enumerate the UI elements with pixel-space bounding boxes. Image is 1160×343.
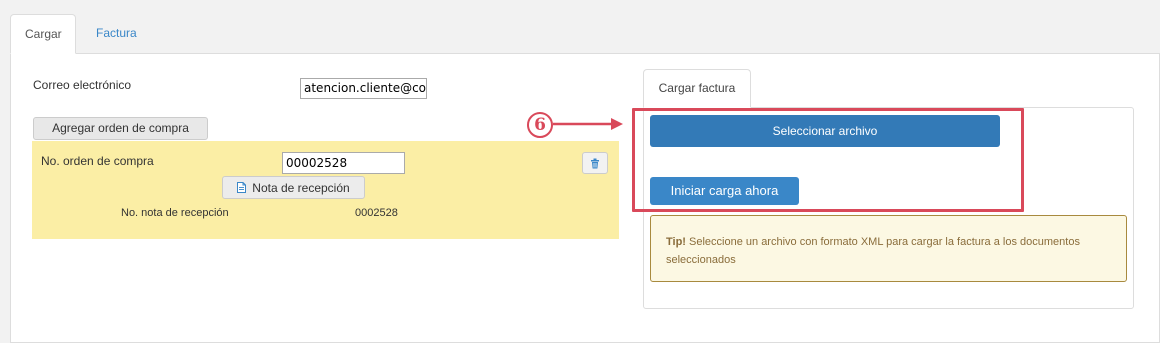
- add-purchase-order-button[interactable]: Agregar orden de compra: [33, 117, 208, 140]
- step-number-badge: 6: [527, 112, 553, 138]
- purchase-order-label: No. orden de compra: [41, 154, 154, 168]
- receipt-note-number-label: No. nota de recepción: [121, 207, 229, 219]
- email-label: Correo electrónico: [33, 78, 132, 92]
- tip-alert: Tip! Seleccione un archivo con formato X…: [650, 215, 1127, 282]
- purchase-order-input[interactable]: 00002528: [282, 152, 405, 174]
- annotation-arrow-icon: [553, 118, 623, 130]
- tip-title: Tip!: [666, 236, 686, 248]
- tip-text: Seleccione un archivo con formato XML pa…: [666, 236, 1080, 266]
- receipt-note-button-label: Nota de recepción: [252, 180, 350, 195]
- email-field[interactable]: atencion.cliente@conta: [300, 78, 427, 99]
- document-icon: [237, 182, 247, 193]
- receipt-note-button[interactable]: Nota de recepción: [222, 176, 365, 199]
- trash-icon: [591, 158, 599, 168]
- tab-factura[interactable]: Factura: [82, 14, 151, 54]
- tab-cargar[interactable]: Cargar: [10, 14, 76, 54]
- receipt-note-number-value: 0002528: [355, 207, 398, 219]
- tab-cargar-factura[interactable]: Cargar factura: [643, 69, 751, 108]
- annotation-highlight-box: [632, 108, 1024, 212]
- delete-purchase-order-button[interactable]: [582, 152, 608, 174]
